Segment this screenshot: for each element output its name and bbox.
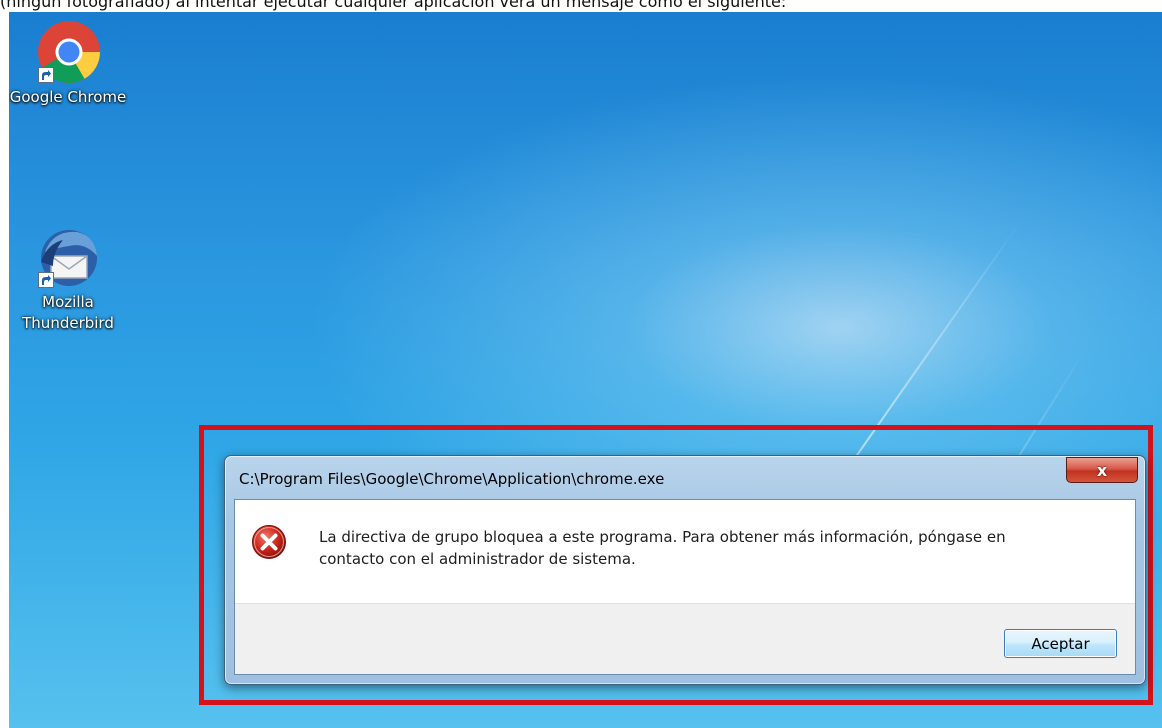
chrome-icon (33, 17, 103, 87)
desktop-icon-thunderbird[interactable]: Mozilla Thunderbird (9, 222, 138, 334)
error-message: La directiva de grupo bloquea a este pro… (319, 526, 1119, 570)
error-icon (251, 524, 287, 560)
message-line: contacto con el administrador de sistema… (319, 550, 636, 568)
desktop-icon-label: Google Chrome (9, 88, 127, 106)
close-icon: x (1096, 460, 1108, 480)
ok-button[interactable]: Aceptar (1004, 629, 1117, 658)
shortcut-arrow-icon (38, 272, 54, 288)
desktop-icon-label: Thunderbird (22, 314, 114, 332)
thunderbird-icon (33, 222, 103, 292)
desktop-icon-label: Mozilla (42, 293, 94, 311)
error-dialog: C:\Program Files\Google\Chrome\Applicati… (224, 455, 1146, 685)
close-button[interactable]: x (1066, 457, 1138, 483)
shortcut-arrow-icon (38, 67, 54, 83)
message-line: La directiva de grupo bloquea a este pro… (319, 528, 1006, 546)
dialog-title: C:\Program Files\Google\Chrome\Applicati… (239, 470, 665, 488)
desktop-icon-chrome[interactable]: Google Chrome (9, 17, 138, 108)
dialog-content: La directiva de grupo bloquea a este pro… (235, 500, 1135, 604)
dialog-body: La directiva de grupo bloquea a este pro… (234, 499, 1136, 675)
